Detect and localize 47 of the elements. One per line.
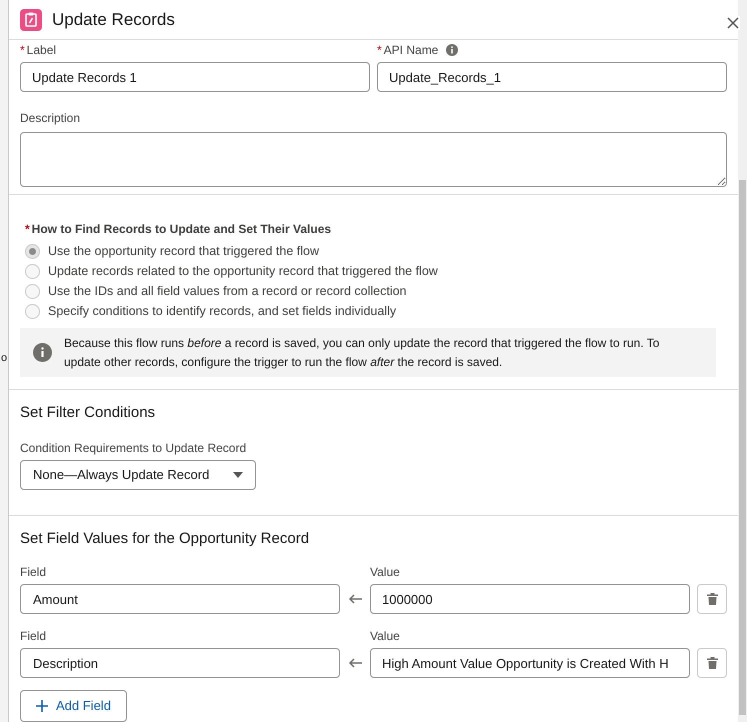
info-text: Because this flow runs before a record is saved, you can only update the record that triggered the flow to run. To update other records, configure the trigger to run the flow after the record is saved. [64,334,660,370]
section-heading: Set Filter Conditions [20,403,156,423]
field-input[interactable]: Amount [20,584,340,614]
field-label: Condition Requirements to Update Record [20,440,248,456]
delete-button[interactable] [697,648,727,678]
scrollbar-thumb[interactable] [739,180,746,715]
left-arrow-icon [348,594,362,604]
field-label: Label [26,42,56,60]
close-icon[interactable] [726,16,740,30]
text-input[interactable]: Update_Records_1 [377,62,727,92]
field-label: API Name [384,42,438,60]
field-label: Field [20,564,48,581]
radio-label: Update records related to the opportunity record that triggered the flow [48,262,438,280]
trash-icon [706,593,718,605]
section-heading: How to Find Records to Update and Set Their Values [32,221,332,238]
required-mark: * [20,42,25,60]
add-field-button[interactable]: Add Field [20,690,127,722]
text-input[interactable]: Update Records 1 [20,62,370,92]
required-mark: * [377,42,382,60]
field-label: Description [20,111,80,126]
radio-label: Specify conditions to identify records, and set fields individually [48,302,396,320]
clipboard-icon [20,8,42,30]
modal-title: Update Records [52,8,175,31]
required-mark: * [25,221,30,238]
info-icon [33,343,52,362]
value-input[interactable]: 1000000 [370,584,690,614]
radio-button[interactable] [25,264,40,279]
field-input[interactable]: Description [20,648,340,678]
radio-button[interactable] [25,244,40,259]
canvas-text: o [1,351,8,366]
dropdown-caret-icon [233,472,243,478]
radio-label: Use the IDs and all field values from a record or record collection [48,282,406,300]
section-heading: Set Field Values for the Opportunity Record [20,528,310,548]
plus-icon [36,700,48,712]
radio-button[interactable] [25,304,40,319]
field-label: Value [370,628,401,645]
delete-button[interactable] [697,584,727,614]
condition-select[interactable]: None—Always Update Record [20,460,256,490]
field-label: Field [20,628,48,645]
value-input[interactable]: High Amount Value Opportunity is Created With H [370,648,690,678]
description-textarea[interactable] [20,132,727,188]
left-arrow-icon [348,658,362,668]
radio-label: Use the opportunity record that triggered the flow [48,242,319,260]
info-icon [446,44,458,56]
field-label: Value [370,564,401,581]
trash-icon [706,657,718,669]
radio-button[interactable] [25,284,40,299]
